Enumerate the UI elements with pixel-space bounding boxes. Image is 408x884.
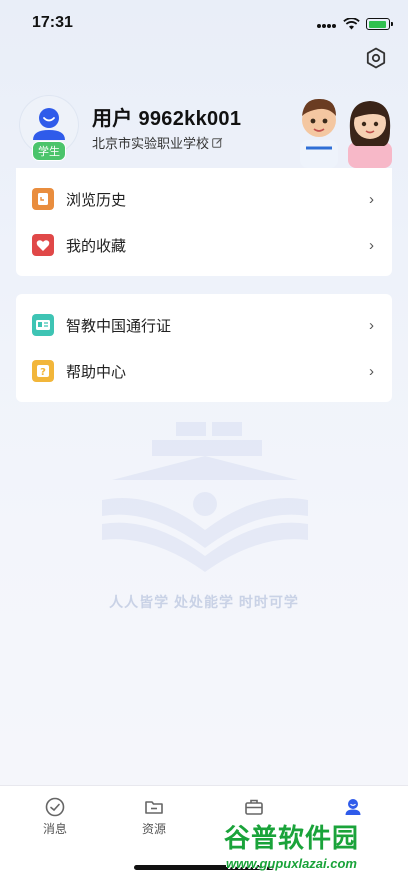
tab-label: 消息 [42,822,67,836]
chevron-right-icon: › [369,190,374,208]
tab-resources[interactable]: 资源 [114,796,194,837]
status-time: 17:31 [32,14,73,31]
site-watermark-brand: 谷普软件园 [224,824,360,854]
site-watermark-url: www.gupuxlazai.com [226,856,357,871]
menu-item-history[interactable]: 浏览历史 › [16,176,392,222]
menu-item-label: 智教中国通行证 [66,317,172,335]
user-icon [345,799,361,815]
menu-item-label: 浏览历史 [66,191,127,209]
chevron-right-icon: › [369,316,374,334]
menu-card-secondary: 智教中国通行证 › ? 帮助中心 › [16,294,392,402]
school-row[interactable]: 北京市实验职业学校 [92,133,223,152]
battery-icon [366,18,393,30]
site-watermark: 谷普软件园 www.gupuxlazai.com [224,818,406,880]
svg-text:?: ? [40,367,46,378]
slogan: 人人皆学 处处能学 时时可学 [109,594,299,610]
profile-header: 学生 用户 9962kk001 北京市实验职业学校 [20,96,392,168]
brand-watermark-logo [102,422,308,572]
tab-profile[interactable] [313,796,393,820]
tab-messages[interactable]: 消息 [15,796,95,837]
menu-item-favorites[interactable]: 我的收藏 › [16,222,392,268]
role-badge: 学生 [32,141,66,161]
history-icon [32,188,54,210]
menu-card-primary: 浏览历史 › 我的收藏 › [16,168,392,276]
folder-icon [145,801,163,814]
chevron-right-icon: › [369,236,374,254]
menu-item-label: 我的收藏 [66,237,127,255]
menu-item-label: 帮助中心 [66,363,127,381]
status-icons [317,15,393,33]
chevron-right-icon: › [369,362,374,380]
user-name: 用户 9962kk001 [92,108,242,130]
help-icon: ? [32,360,54,382]
school-name: 北京市实验职业学校 [92,136,210,151]
settings-icon[interactable] [364,46,388,70]
edit-icon[interactable] [212,137,223,148]
wifi-icon [343,18,360,30]
id-card-icon [32,314,54,336]
briefcase-icon [245,799,263,815]
check-circle-icon [45,797,65,817]
heart-icon [32,234,54,256]
status-bar: 17:31 [0,0,408,44]
mascot-illustration [300,98,392,168]
tab-label: 资源 [141,822,166,836]
menu-item-passport[interactable]: 智教中国通行证 › [16,302,392,348]
tab-workbench[interactable] [214,796,294,820]
signal-icon [317,15,337,33]
menu-item-help[interactable]: ? 帮助中心 › [16,348,392,394]
